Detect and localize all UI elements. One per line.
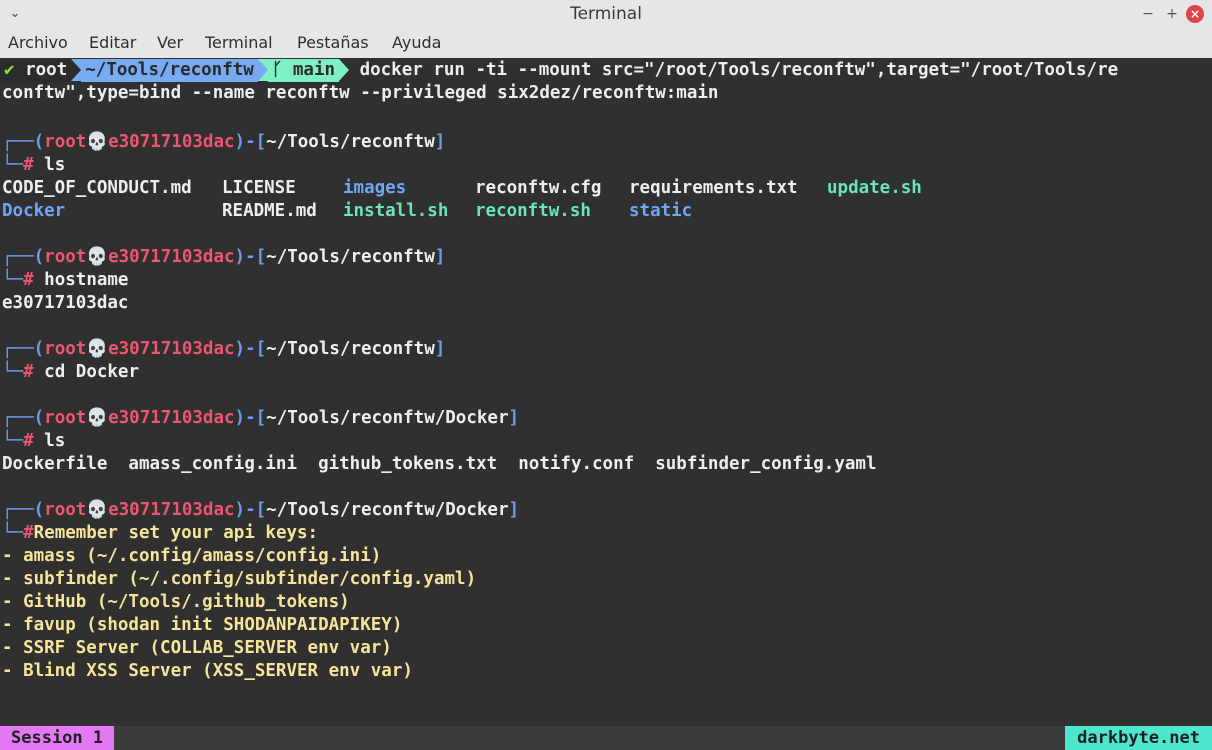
menu-ver[interactable]: Ver — [157, 33, 183, 52]
command-line: └─# hostname — [2, 270, 129, 290]
skull-icon: 💀 — [86, 132, 109, 152]
shell-prompt: ┌──(root💀e30717103dac)-[~/Tools/reconftw… — [2, 132, 446, 152]
shell-prompt: ┌──(root💀e30717103dac)-[~/Tools/reconftw… — [2, 339, 446, 359]
command-line: └─#Remember set your api keys: — [2, 523, 319, 543]
prompt-user-segment: ✔ root — [0, 59, 72, 82]
segment-arrow-icon — [339, 59, 350, 81]
skull-icon: 💀 — [86, 408, 109, 428]
skull-icon: 💀 — [86, 247, 109, 267]
maximize-icon[interactable]: + — [1163, 5, 1181, 23]
title-bar[interactable]: ⌄ Terminal − + × — [0, 0, 1212, 29]
prompt-git-segment: ᚴ main — [267, 59, 340, 82]
close-icon[interactable]: × — [1186, 5, 1204, 23]
command-line: └─# ls — [2, 431, 66, 451]
check-icon: ✔ — [4, 60, 15, 80]
segment-arrow-icon — [257, 59, 268, 81]
api-key-item: - SSRF Server (COLLAB_SERVER env var) — [2, 638, 392, 658]
prompt-path-segment: ~/Tools/reconftw — [81, 59, 258, 82]
session-tab[interactable]: Session 1 — [0, 726, 115, 750]
ls-row: Docker — [2, 201, 66, 221]
ls-row: CODE_OF_CONDUCT.md — [2, 178, 192, 198]
api-key-item: - GitHub (~/Tools/.github_tokens) — [2, 592, 350, 612]
segment-arrow-icon — [71, 59, 82, 81]
menu-pestanas[interactable]: Pestañas — [297, 33, 369, 52]
api-key-item: - favup (shodan init SHODANPAIDAPIKEY) — [2, 615, 403, 635]
hostname-output: e30717103dac — [2, 293, 129, 313]
window-title: Terminal — [570, 4, 642, 24]
skull-icon: 💀 — [86, 339, 109, 359]
menu-bar: Archivo Editar Ver Terminal Pestañas Ayu… — [0, 29, 1212, 58]
docker-command: docker run -ti --mount src="/root/Tools/… — [359, 60, 1119, 80]
terminal-window: ⌄ Terminal − + × Archivo Editar Ver Term… — [0, 0, 1212, 750]
menu-ayuda[interactable]: Ayuda — [392, 33, 441, 52]
shell-prompt: ┌──(root💀e30717103dac)-[~/Tools/reconftw… — [2, 500, 520, 520]
api-key-item: - amass (~/.config/amass/config.ini) — [2, 546, 382, 566]
menu-terminal[interactable]: Terminal — [205, 33, 273, 52]
skull-icon: 💀 — [86, 500, 109, 520]
brand-label: darkbyte.net — [1065, 726, 1212, 750]
shell-prompt: ┌──(root💀e30717103dac)-[~/Tools/reconftw… — [2, 408, 520, 428]
status-bar: Session 1 darkbyte.net — [0, 726, 1212, 750]
ls-docker-output: Dockerfile amass_config.ini github_token… — [2, 454, 877, 474]
terminal-output[interactable]: ✔ root ~/Tools/reconftw ᚴ main docker run … — [0, 58, 1212, 726]
shell-prompt: ┌──(root💀e30717103dac)-[~/Tools/reconftw… — [2, 247, 446, 267]
api-key-item: - Blind XSS Server (XSS_SERVER env var) — [2, 661, 413, 681]
api-key-item: - subfinder (~/.config/subfinder/config.… — [2, 569, 477, 589]
menu-editar[interactable]: Editar — [89, 33, 136, 52]
docker-command-wrap: conftw",type=bind --name reconftw --priv… — [2, 83, 719, 103]
minimize-icon[interactable]: − — [1139, 5, 1157, 23]
command-line: └─# cd Docker — [2, 362, 139, 382]
powerline-prompt: ✔ root ~/Tools/reconftw ᚴ main docker run … — [0, 59, 1118, 82]
menu-archivo[interactable]: Archivo — [8, 33, 68, 52]
command-line: └─# ls — [2, 155, 66, 175]
git-branch-icon: ᚴ — [271, 60, 283, 80]
